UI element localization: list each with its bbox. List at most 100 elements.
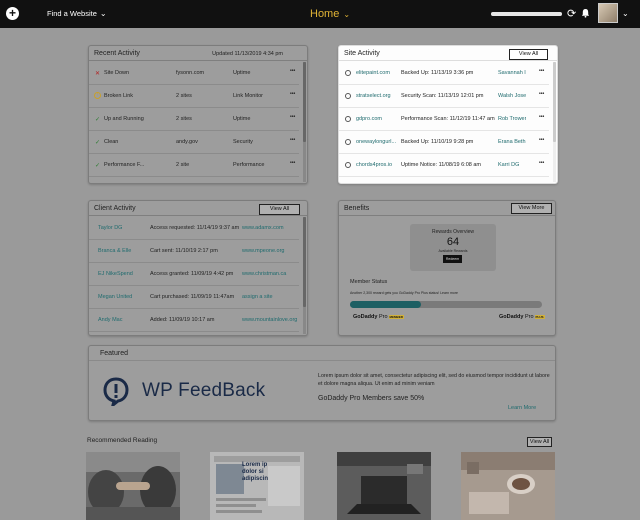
scrollbar[interactable] xyxy=(303,217,306,334)
client-event: Access granted: 11/09/19 4:42 pm xyxy=(150,271,234,277)
more-options-icon[interactable]: ••• xyxy=(539,160,544,166)
more-options-icon[interactable]: ••• xyxy=(539,91,544,97)
client-event: Access requested: 11/14/19 9:37 am xyxy=(150,225,240,231)
activity-target: 2 sites xyxy=(176,93,192,99)
client-activity-row[interactable]: Megan United Cart purchased: 11/09/19 11:… xyxy=(89,286,299,309)
top-progress-fill xyxy=(491,12,562,16)
scrollbar-thumb[interactable] xyxy=(553,62,556,142)
site-event: Performance Scan: 11/12/19 11:47 am xyxy=(401,116,495,122)
recent-activity-title: Recent Activity xyxy=(94,50,140,57)
chevron-down-icon: ⌄ xyxy=(343,10,351,19)
sync-icon[interactable]: ⟳ xyxy=(567,7,576,20)
activity-row[interactable]: ✓ Up and Running 2 sites Uptime ••• xyxy=(89,108,299,131)
more-options-icon[interactable]: ••• xyxy=(290,114,295,120)
check-icon: ✓ xyxy=(95,140,101,146)
featured-header: Featured xyxy=(89,346,555,361)
view-all-button[interactable]: View All xyxy=(259,204,300,215)
scrollbar-thumb[interactable] xyxy=(303,217,306,307)
client-link[interactable]: Andy Mac xyxy=(98,317,122,323)
activity-source: Security xyxy=(233,139,253,145)
article-thumbnail[interactable] xyxy=(461,452,555,520)
client-link[interactable]: Megan United xyxy=(98,294,132,300)
activity-target: 2 site xyxy=(176,162,190,168)
activity-event: Broken Link xyxy=(104,93,134,99)
client-activity-title: Client Activity xyxy=(94,205,136,212)
more-options-icon[interactable]: ••• xyxy=(290,68,295,74)
article-thumbnail[interactable]: Lorem ip dolor si adipiscin xyxy=(210,452,304,520)
more-options-icon[interactable]: ••• xyxy=(290,160,295,166)
member-status-note: Another 2,300 reward gets you GoDaddy Pr… xyxy=(350,291,458,295)
more-options-icon[interactable]: ••• xyxy=(539,137,544,143)
more-options-icon[interactable]: ••• xyxy=(290,91,295,97)
wordpress-icon xyxy=(345,139,351,145)
view-all-button[interactable]: View All xyxy=(527,437,552,447)
activity-row[interactable]: ✓ Clean andy.gov Security ••• xyxy=(89,131,299,154)
site-link[interactable]: stratselect.org xyxy=(356,93,391,99)
scrollbar[interactable] xyxy=(303,62,306,182)
site-activity-row[interactable]: onewaylongurl... Backed Up: 11/10/19 9:28… xyxy=(339,131,549,154)
page-title-dropdown[interactable]: Home ⌄ xyxy=(310,8,350,20)
client-site-link[interactable]: www.christman.ca xyxy=(242,271,286,277)
activity-target: andy.gov xyxy=(176,139,198,145)
user-link[interactable]: Erana Beth xyxy=(498,139,526,145)
activity-row[interactable]: ✕ Site Down fysonn.com Uptime ••• xyxy=(89,62,299,85)
site-selector-dropdown[interactable]: Find a Website ⌄ xyxy=(47,9,107,18)
plus-circle-icon[interactable]: + xyxy=(6,7,19,20)
x-icon: ✕ xyxy=(95,71,101,77)
scrollbar[interactable] xyxy=(553,62,556,182)
client-activity-card: Client Activity View All Taylor DG Access… xyxy=(88,200,308,336)
bell-icon[interactable] xyxy=(581,8,590,18)
client-activity-row[interactable]: Branca & Elle Cart sent: 11/10/19 2:17 pm… xyxy=(89,240,299,263)
learn-more-link[interactable]: Learn More xyxy=(508,405,536,411)
avatar[interactable] xyxy=(598,3,618,23)
client-site-link[interactable]: www.mpeone.org xyxy=(242,248,285,254)
site-activity-row[interactable]: gdpro.com Performance Scan: 11/12/19 11:4… xyxy=(339,108,549,131)
scrollbar-thumb[interactable] xyxy=(303,62,306,142)
site-link[interactable]: onewaylongurl... xyxy=(356,139,396,145)
site-activity-row[interactable]: elitepaint.com Backed Up: 11/13/19 3:36 p… xyxy=(339,62,549,85)
more-options-icon[interactable]: ••• xyxy=(290,137,295,143)
user-link[interactable]: Karri DG xyxy=(498,162,526,168)
site-activity-row[interactable]: chords4pros.io Uptime Notice: 11/08/19 6:… xyxy=(339,154,549,177)
chevron-down-icon[interactable]: ⌄ xyxy=(622,9,629,18)
user-link[interactable]: Walsh Joseph xyxy=(498,93,526,99)
rewards-overview: Rewards Overview 64 Available Rewards Re… xyxy=(410,224,496,271)
client-site-link[interactable]: www.adamx.com xyxy=(242,225,284,231)
user-link[interactable]: Rob Trower xyxy=(498,116,526,122)
user-link[interactable]: Savannah I. xyxy=(498,70,526,76)
benefits-card: Benefits View More Rewards Overview 64 A… xyxy=(338,200,556,336)
benefits-header: Benefits View More xyxy=(339,201,555,216)
view-all-button[interactable]: View All xyxy=(509,49,548,60)
client-activity-row[interactable]: Taylor DG Access requested: 11/14/19 9:37… xyxy=(89,217,299,240)
more-options-icon[interactable]: ••• xyxy=(539,114,544,120)
more-options-icon[interactable]: ••• xyxy=(539,68,544,74)
activity-event: Clean xyxy=(104,139,119,145)
activity-row[interactable]: ✓ Performance F... 2 site Performance ••• xyxy=(89,154,299,177)
client-link[interactable]: EJ NikeSpend xyxy=(98,271,133,277)
site-link[interactable]: elitepaint.com xyxy=(356,70,390,76)
client-link[interactable]: Taylor DG xyxy=(98,225,122,231)
top-bar: + Find a Website ⌄ Home ⌄ ⟳ ⌄ xyxy=(0,0,640,28)
client-site-link[interactable]: assign a site xyxy=(242,294,273,300)
client-event: Cart sent: 11/10/19 2:17 pm xyxy=(150,248,218,254)
featured-description: Lorem ipsum dolor sit amet, consectetur … xyxy=(318,373,550,387)
check-icon: ✓ xyxy=(95,117,101,123)
site-link[interactable]: gdpro.com xyxy=(356,116,382,122)
page-title: Home xyxy=(310,8,340,20)
activity-row[interactable]: ! Broken Link 2 sites Link Monitor ••• xyxy=(89,85,299,108)
client-activity-row[interactable]: EJ NikeSpend Access granted: 11/09/19 4:4… xyxy=(89,263,299,286)
redeem-button[interactable]: Redeem xyxy=(443,255,462,263)
article-thumbnail[interactable] xyxy=(337,452,431,520)
site-link[interactable]: chords4pros.io xyxy=(356,162,392,168)
benefits-title: Benefits xyxy=(344,205,370,212)
recent-activity-header: Recent Activity Updated 11/13/2019 4:34 … xyxy=(89,46,307,61)
view-more-button[interactable]: View More xyxy=(511,203,552,214)
client-event: Added: 11/09/19 10:17 am xyxy=(150,317,215,323)
tier-left-logo: GoDaddy Pro MEMBER xyxy=(353,314,404,320)
rewards-label: Available Rewards xyxy=(438,249,468,253)
article-thumbnail[interactable] xyxy=(86,452,180,520)
client-activity-row[interactable]: Andy Mac Added: 11/09/19 10:17 am www.moun… xyxy=(89,309,299,332)
client-link[interactable]: Branca & Elle xyxy=(98,248,131,254)
client-site-link[interactable]: www.mountainlove.org xyxy=(242,317,297,323)
site-activity-row[interactable]: stratselect.org Security Scan: 11/13/19 1… xyxy=(339,85,549,108)
